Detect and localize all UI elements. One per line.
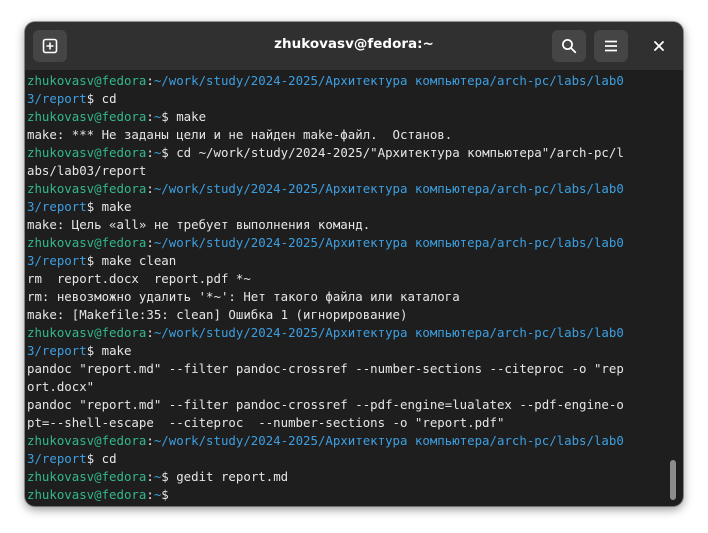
terminal-line: zhukovasv@fedora:~/work/study/2024-2025/… bbox=[27, 72, 671, 90]
terminal-text: : bbox=[146, 145, 154, 160]
terminal-line: make: *** Не заданы цели и не найден mak… bbox=[27, 126, 671, 144]
search-icon bbox=[562, 39, 577, 54]
close-icon bbox=[654, 41, 664, 51]
terminal-text: $ make bbox=[86, 199, 132, 214]
prompt-user: zhukovasv@fedora bbox=[27, 325, 147, 340]
terminal-text: rm report.docx report.pdf *~ bbox=[27, 271, 251, 286]
terminal-line: 3/report$ make bbox=[27, 198, 671, 216]
terminal-text: $ gedit report.md bbox=[161, 469, 289, 484]
terminal-text: pandoc "report.md" --filter pandoc-cross… bbox=[27, 361, 624, 376]
prompt-path: 3/report bbox=[27, 253, 87, 268]
terminal-text: pandoc "report.md" --filter pandoc-cross… bbox=[27, 397, 624, 412]
terminal-window: zhukovasv@fedora:~ zhukovasv@fedora:~/wo… bbox=[25, 22, 683, 506]
prompt-path: 3/report bbox=[27, 91, 87, 106]
terminal-line: rm report.docx report.pdf *~ bbox=[27, 270, 671, 288]
prompt-user: zhukovasv@fedora bbox=[27, 235, 147, 250]
prompt-user: zhukovasv@fedora bbox=[27, 433, 147, 448]
prompt-user: zhukovasv@fedora bbox=[27, 73, 147, 88]
terminal-text: make: [Makefile:35: clean] Ошибка 1 (игн… bbox=[27, 307, 408, 322]
terminal-line: ort.docx" bbox=[27, 378, 671, 396]
terminal-line: 3/report$ cd bbox=[27, 450, 671, 468]
prompt-user: zhukovasv@fedora bbox=[27, 469, 147, 484]
prompt-path: ~/work/study/2024-2025/Архитектура компь… bbox=[153, 325, 624, 340]
terminal-line: zhukovasv@fedora:~$ cd ~/work/study/2024… bbox=[27, 144, 671, 162]
terminal-text: ort.docx" bbox=[27, 379, 95, 394]
terminal-text: $ cd bbox=[86, 451, 117, 466]
prompt-user: zhukovasv@fedora bbox=[27, 487, 147, 502]
title-bar[interactable]: zhukovasv@fedora:~ bbox=[25, 22, 683, 70]
terminal-text: : bbox=[146, 73, 154, 88]
terminal-line: abs/lab03/report bbox=[27, 162, 671, 180]
terminal-text: : bbox=[146, 487, 154, 502]
terminal-line: make: [Makefile:35: clean] Ошибка 1 (игн… bbox=[27, 306, 671, 324]
prompt-path: 3/report bbox=[27, 451, 87, 466]
terminal-text: : bbox=[146, 433, 154, 448]
search-button[interactable] bbox=[552, 30, 586, 62]
prompt-path: ~/work/study/2024-2025/Архитектура компь… bbox=[153, 73, 624, 88]
prompt-user: zhukovasv@fedora bbox=[27, 181, 147, 196]
terminal-output[interactable]: zhukovasv@fedora:~/work/study/2024-2025/… bbox=[27, 72, 671, 504]
terminal-line: pandoc "report.md" --filter pandoc-cross… bbox=[27, 396, 671, 414]
terminal-text: : bbox=[146, 109, 154, 124]
terminal-line: zhukovasv@fedora:~$ make bbox=[27, 108, 671, 126]
terminal-text: make: *** Не заданы цели и не найден mak… bbox=[27, 127, 453, 142]
scrollbar-thumb[interactable] bbox=[670, 460, 676, 500]
terminal-text: : bbox=[146, 325, 154, 340]
terminal-line: 3/report$ cd bbox=[27, 90, 671, 108]
prompt-path: 3/report bbox=[27, 343, 87, 358]
hamburger-menu-icon bbox=[605, 40, 617, 52]
prompt-path: ~/work/study/2024-2025/Архитектура компь… bbox=[153, 181, 624, 196]
terminal-text: $ cd ~/work/study/2024-2025/"Архитектура… bbox=[161, 145, 624, 160]
terminal-line: zhukovasv@fedora:~/work/study/2024-2025/… bbox=[27, 432, 671, 450]
terminal-line: zhukovasv@fedora:~$ bbox=[27, 486, 671, 504]
close-button[interactable] bbox=[647, 34, 671, 58]
terminal-text: : bbox=[146, 181, 154, 196]
terminal-text: $ make bbox=[86, 343, 132, 358]
terminal-line: 3/report$ make bbox=[27, 342, 671, 360]
terminal-text: $ make bbox=[161, 109, 207, 124]
terminal-line: zhukovasv@fedora:~/work/study/2024-2025/… bbox=[27, 234, 671, 252]
terminal-text: : bbox=[146, 235, 154, 250]
terminal-line: rm: невозможно удалить '*~': Нет такого … bbox=[27, 288, 671, 306]
terminal-text: make: Цель «all» не требует выполнения к… bbox=[27, 217, 371, 232]
terminal-line: 3/report$ make clean bbox=[27, 252, 671, 270]
terminal-line: zhukovasv@fedora:~/work/study/2024-2025/… bbox=[27, 324, 671, 342]
terminal-line: zhukovasv@fedora:~$ gedit report.md bbox=[27, 468, 671, 486]
prompt-path: ~/work/study/2024-2025/Архитектура компь… bbox=[153, 235, 624, 250]
prompt-path: ~/work/study/2024-2025/Архитектура компь… bbox=[153, 433, 624, 448]
terminal-line: make: Цель «all» не требует выполнения к… bbox=[27, 216, 671, 234]
terminal-line: pt=--shell-escape --citeproc --number-se… bbox=[27, 414, 671, 432]
menu-button[interactable] bbox=[594, 30, 628, 62]
prompt-user: zhukovasv@fedora bbox=[27, 109, 147, 124]
terminal-text: $ bbox=[161, 487, 177, 502]
terminal-text: rm: невозможно удалить '*~': Нет такого … bbox=[27, 289, 460, 304]
terminal-text: $ cd bbox=[86, 91, 117, 106]
terminal-text: : bbox=[146, 469, 154, 484]
terminal-line: pandoc "report.md" --filter pandoc-cross… bbox=[27, 360, 671, 378]
terminal-text: pt=--shell-escape --citeproc --number-se… bbox=[27, 415, 505, 430]
terminal-text: $ make clean bbox=[86, 253, 177, 268]
prompt-path: 3/report bbox=[27, 199, 87, 214]
prompt-user: zhukovasv@fedora bbox=[27, 145, 147, 160]
terminal-line: zhukovasv@fedora:~/work/study/2024-2025/… bbox=[27, 180, 671, 198]
terminal-text: abs/lab03/report bbox=[27, 163, 147, 178]
